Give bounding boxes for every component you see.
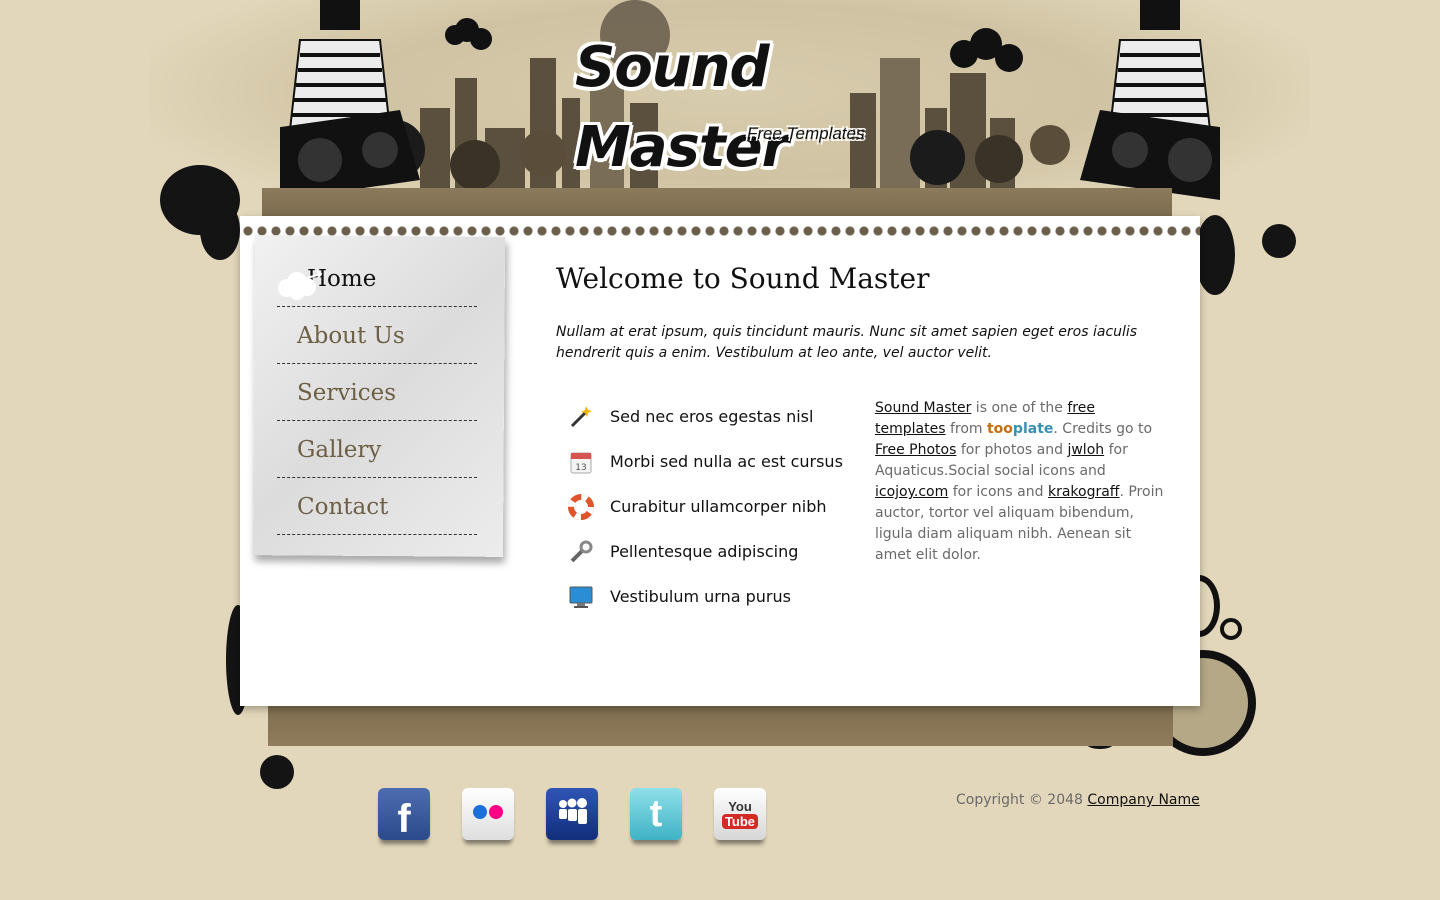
ink-splat (260, 755, 294, 789)
cloud-icon (277, 264, 323, 300)
calendar-icon-number: 13 (575, 463, 586, 473)
icojoy-link[interactable]: icojoy.com (875, 484, 948, 500)
site-tagline: Free Templates (747, 124, 865, 143)
jwloh-link[interactable]: jwloh (1067, 442, 1104, 458)
list-item: Vestibulum urna purus (568, 574, 868, 619)
credits-text: for icons and (948, 484, 1048, 500)
tooplate-logo-plate[interactable]: plate (1013, 421, 1053, 437)
lifebuoy-icon (568, 493, 594, 520)
nav-item-about-us[interactable]: About Us (277, 307, 477, 364)
list-item: Curabitur ullamcorper nibh (568, 484, 868, 529)
myspace-icon (556, 798, 588, 830)
ink-splat (200, 200, 240, 260)
free-photos-link[interactable]: Free Photos (875, 442, 956, 458)
monitor-icon (568, 584, 594, 610)
cloud-shape (995, 44, 1023, 72)
skyline-building (880, 58, 920, 198)
dj-illustration-left (260, 0, 420, 200)
list-item: Sed nec eros egestas nisl (568, 394, 868, 439)
flickr-icon (471, 804, 505, 824)
credits-text: . Credits go to (1053, 421, 1153, 437)
youtube-button[interactable]: You Tube (714, 788, 766, 840)
nav-item-gallery[interactable]: Gallery (277, 421, 477, 478)
twitter-button[interactable]: t (630, 788, 682, 840)
list-item: Pellentesque adipiscing (568, 529, 868, 574)
decorative-ring (1220, 618, 1242, 640)
feature-text: Morbi sed nulla ac est cursus (610, 452, 843, 471)
nav-label: About Us (297, 323, 405, 349)
credits-text: for photos and (956, 442, 1068, 458)
nav-label: Services (297, 380, 397, 406)
nav-item-contact[interactable]: Contact (277, 478, 477, 535)
facebook-icon: f (397, 797, 411, 841)
calendar-icon: 13 (568, 449, 594, 475)
facebook-button[interactable]: f (378, 788, 430, 841)
record-disc (520, 130, 566, 176)
record-disc (975, 135, 1023, 183)
myspace-button[interactable] (546, 788, 598, 840)
feature-text: Vestibulum urna purus (610, 587, 791, 606)
main-navigation: Home About Us Services Gallery Contact (277, 250, 477, 535)
company-name-link[interactable]: Company Name (1087, 792, 1199, 808)
nav-label: Gallery (297, 437, 382, 463)
sound-master-link[interactable]: Sound Master (875, 400, 971, 416)
flickr-button[interactable] (462, 788, 514, 840)
credits-text: is one of the (971, 400, 1068, 416)
skyline-building (850, 93, 876, 198)
cardboard-strip-bottom (268, 700, 1173, 746)
feature-text: Sed nec eros egestas nisl (610, 407, 814, 426)
ink-splat (1262, 224, 1296, 258)
nav-label: Contact (297, 494, 389, 520)
nav-item-services[interactable]: Services (277, 364, 477, 421)
credits-paragraph: Sound Master is one of the free template… (875, 398, 1165, 566)
record-disc (1030, 125, 1070, 165)
youtube-you-text: You (728, 798, 752, 814)
list-item: 13 Morbi sed nulla ac est cursus (568, 439, 868, 484)
cloud-shape (470, 28, 492, 50)
ink-splat (1195, 215, 1235, 295)
record-disc (910, 130, 965, 185)
magic-wand-icon (568, 404, 594, 430)
skyline-building (530, 58, 556, 198)
page-title: Welcome to Sound Master (556, 262, 930, 295)
dj-illustration-right (1080, 0, 1240, 200)
wrench-icon (568, 539, 594, 565)
copyright-text: Copyright © 2048 (956, 792, 1088, 808)
intro-paragraph: Nullam at erat ipsum, quis tincidunt mau… (556, 324, 1138, 361)
copyright: Copyright © 2048 Company Name (956, 792, 1200, 808)
credits-text: from (945, 421, 987, 437)
youtube-tube-text: Tube (721, 813, 759, 829)
skyline-building (950, 73, 986, 198)
site-logo-title: Sound Master (575, 35, 789, 180)
tooplate-logo-too[interactable]: too (987, 421, 1013, 437)
youtube-icon: You Tube (721, 798, 759, 829)
record-disc (450, 140, 500, 190)
feature-text: Pellentesque adipiscing (610, 542, 799, 561)
feature-text: Curabitur ullamcorper nibh (610, 497, 827, 516)
krakograff-link[interactable]: krakograff (1048, 484, 1119, 500)
twitter-icon: t (649, 792, 663, 835)
nav-item-home[interactable]: Home (277, 250, 477, 307)
feature-list: Sed nec eros egestas nisl 13 Morbi sed n… (568, 394, 868, 619)
